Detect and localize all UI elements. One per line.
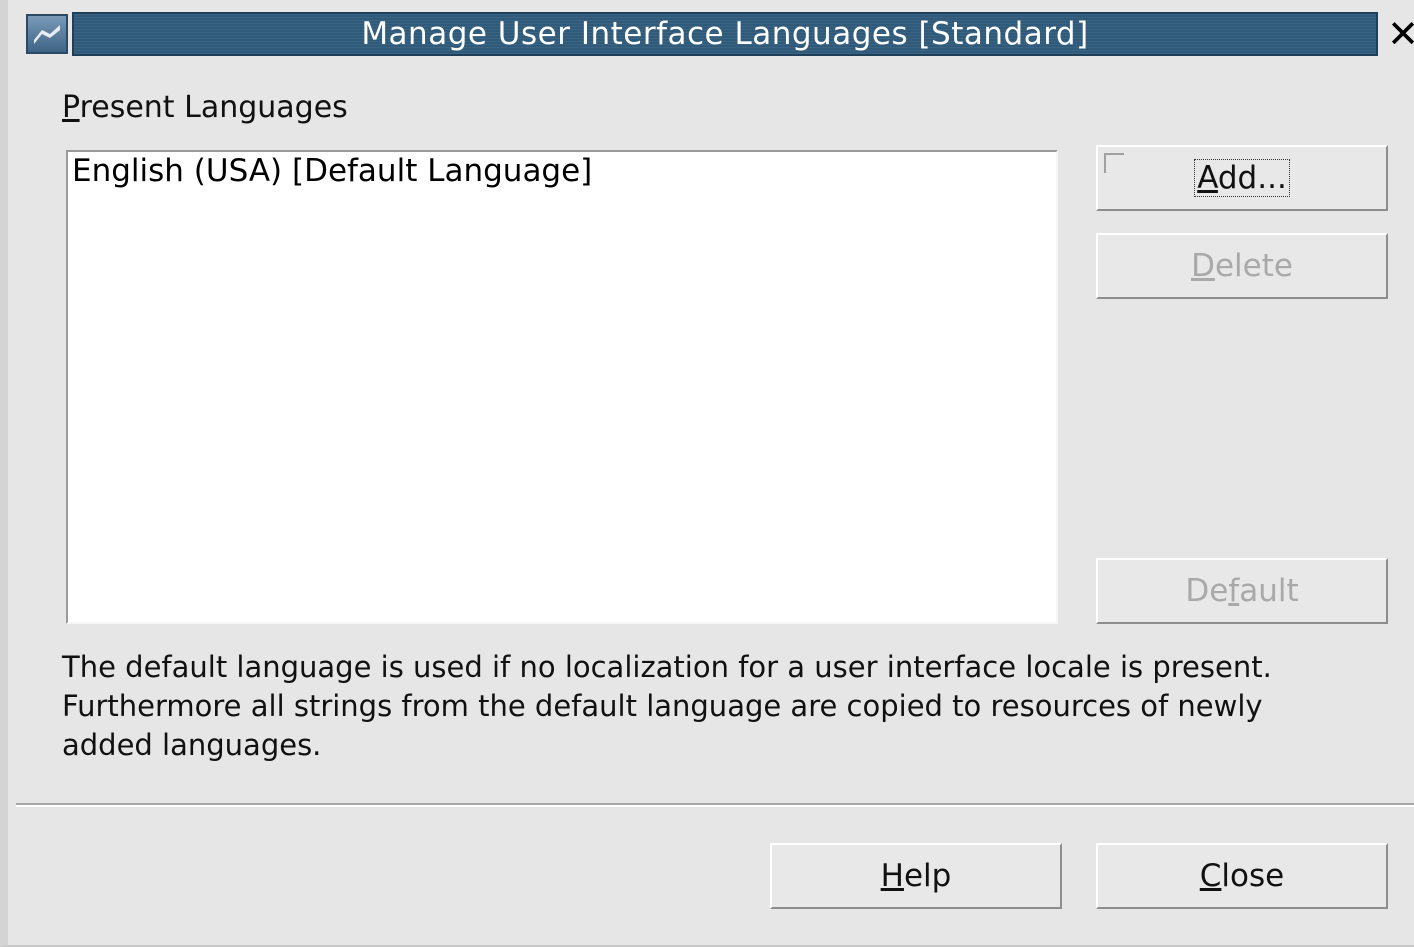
- title-bar[interactable]: Manage User Interface Languages [Standar…: [16, 6, 1414, 60]
- add-button-label: Add...: [1194, 159, 1290, 197]
- window-title: Manage User Interface Languages [Standar…: [361, 16, 1089, 52]
- add-accelerator: A: [1197, 160, 1218, 196]
- info-text: The default language is used if no local…: [62, 650, 1272, 762]
- label-text: resent Languages: [79, 90, 348, 125]
- default-accelerator: f: [1228, 573, 1240, 609]
- present-languages-label: Present Languages: [62, 90, 348, 125]
- help-label-text: elp: [903, 858, 952, 894]
- delete-button-label: Delete: [1191, 248, 1293, 284]
- default-label-pre: De: [1185, 573, 1229, 609]
- app-icon[interactable]: [26, 14, 68, 54]
- help-button[interactable]: Help: [770, 843, 1062, 909]
- title-bar-fill: Manage User Interface Languages [Standar…: [72, 12, 1378, 56]
- close-accelerator: C: [1199, 858, 1222, 894]
- close-label-text: lose: [1221, 858, 1285, 894]
- label-accelerator: P: [62, 90, 80, 125]
- manage-languages-dialog: Manage User Interface Languages [Standar…: [0, 0, 1414, 947]
- close-icon[interactable]: ✕: [1384, 12, 1414, 56]
- close-button-label: Close: [1200, 858, 1284, 894]
- help-accelerator: H: [880, 858, 904, 894]
- separator: [16, 803, 1414, 807]
- delete-button[interactable]: Delete: [1096, 233, 1388, 299]
- list-item[interactable]: English (USA) [Default Language]: [70, 152, 594, 190]
- delete-accelerator: D: [1191, 248, 1215, 284]
- default-button-label: Default: [1185, 573, 1298, 609]
- languages-listbox[interactable]: English (USA) [Default Language]: [66, 150, 1058, 624]
- delete-label-text: elete: [1214, 248, 1293, 284]
- focus-corner-mark: [1104, 153, 1124, 173]
- add-label-text: dd...: [1217, 160, 1287, 196]
- default-button[interactable]: Default: [1096, 558, 1388, 624]
- add-button[interactable]: Add...: [1096, 145, 1388, 211]
- close-button[interactable]: Close: [1096, 843, 1388, 909]
- help-button-label: Help: [881, 858, 952, 894]
- default-label-post: ault: [1239, 573, 1299, 609]
